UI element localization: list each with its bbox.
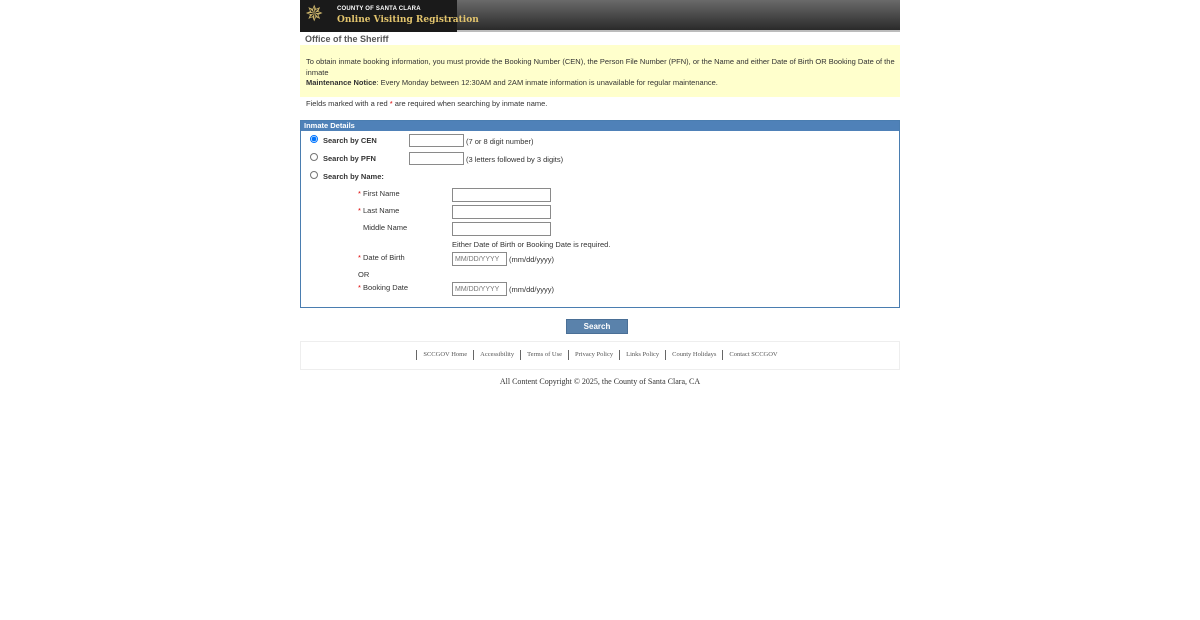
search-by-pfn-radio[interactable] xyxy=(310,153,318,161)
required-note-before: Fields marked with a red xyxy=(306,99,390,108)
or-label: OR xyxy=(358,270,370,279)
first-name-label: * First Name xyxy=(358,189,400,198)
cen-input[interactable] xyxy=(409,134,464,147)
search-by-cen-label: Search by CEN xyxy=(323,136,377,145)
dob-label-text: Date of Birth xyxy=(363,253,405,262)
search-by-pfn-label: Search by PFN xyxy=(323,154,376,163)
header-banner: ✵ COUNTY OF SANTA CLARA Online Visiting … xyxy=(300,0,900,32)
pfn-hint: (3 letters followed by 3 digits) xyxy=(466,155,564,164)
footer-link-accessibility[interactable]: Accessibility xyxy=(473,350,520,360)
search-by-cen-radio[interactable] xyxy=(310,135,318,143)
booking-date-format-hint: (mm/dd/yyyy) xyxy=(509,285,554,294)
panel-header: Inmate Details xyxy=(301,121,899,131)
booking-date-label-text: Booking Date xyxy=(363,283,409,292)
first-name-input[interactable] xyxy=(452,188,551,202)
inmate-details-panel: Inmate Details Search by CEN (7 or 8 dig… xyxy=(300,120,900,308)
footer-link-privacy-policy[interactable]: Privacy Policy xyxy=(568,350,619,360)
required-fields-note: Fields marked with a red * are required … xyxy=(306,99,547,108)
booking-date-label: * Booking Date xyxy=(358,283,408,292)
pfn-input[interactable] xyxy=(409,152,464,165)
last-name-label-text: Last Name xyxy=(363,206,400,215)
required-note-after: are required when searching by inmate na… xyxy=(392,99,548,108)
last-name-input[interactable] xyxy=(452,205,551,219)
logo-title-text: Online Visiting Registration xyxy=(337,15,479,25)
page-container: ✵ COUNTY OF SANTA CLARA Online Visiting … xyxy=(300,0,900,386)
site-logo[interactable]: ✵ COUNTY OF SANTA CLARA Online Visiting … xyxy=(300,0,479,32)
first-name-required-star: * xyxy=(358,189,361,198)
search-by-name-label: Search by Name: xyxy=(323,172,384,181)
maintenance-text: : Every Monday between 12:30AM and 2AM i… xyxy=(376,78,718,87)
date-requirement-note: Either Date of Birth or Booking Date is … xyxy=(452,240,611,249)
footer-links-bar: SCCGOV Home Accessibility Terms of Use Priv… xyxy=(300,341,900,370)
dob-required-star: * xyxy=(358,253,361,262)
footer-links: SCCGOV Home Accessibility Terms of Use Priv… xyxy=(301,350,899,360)
booking-date-input[interactable] xyxy=(452,282,507,296)
footer-link-terms-of-use[interactable]: Terms of Use xyxy=(520,350,568,360)
dob-format-hint: (mm/dd/yyyy) xyxy=(509,255,554,264)
logo-county-text: COUNTY OF SANTA CLARA xyxy=(337,6,421,12)
footer-link-contact-sccgov[interactable]: Contact SCCGOV xyxy=(722,350,783,360)
maintenance-label: Maintenance Notice xyxy=(306,78,377,87)
middle-name-label: Middle Name xyxy=(363,223,408,232)
cen-hint: (7 or 8 digit number) xyxy=(466,137,534,146)
search-by-name-radio[interactable] xyxy=(310,171,318,179)
last-name-required-star: * xyxy=(358,206,361,215)
sheriff-star-icon: ✵ xyxy=(305,2,324,27)
first-name-label-text: First Name xyxy=(363,189,400,198)
maintenance-notice: Maintenance Notice: Every Monday between… xyxy=(306,78,896,87)
info-notice: To obtain inmate booking information, yo… xyxy=(300,45,900,97)
footer-link-sccgov-home[interactable]: SCCGOV Home xyxy=(416,350,473,360)
middle-name-input[interactable] xyxy=(452,222,551,236)
page-title: Office of the Sheriff xyxy=(305,34,389,44)
dob-input[interactable] xyxy=(452,252,507,266)
copyright-text: All Content Copyright © 2025, the County… xyxy=(499,377,701,386)
notice-intro: To obtain inmate booking information, yo… xyxy=(306,57,895,77)
search-button[interactable]: Search xyxy=(566,319,628,334)
dob-label: * Date of Birth xyxy=(358,253,405,262)
footer-link-county-holidays[interactable]: County Holidays xyxy=(665,350,722,360)
booking-date-required-star: * xyxy=(358,283,361,292)
last-name-label: * Last Name xyxy=(358,206,399,215)
footer-link-links-policy[interactable]: Links Policy xyxy=(619,350,665,360)
